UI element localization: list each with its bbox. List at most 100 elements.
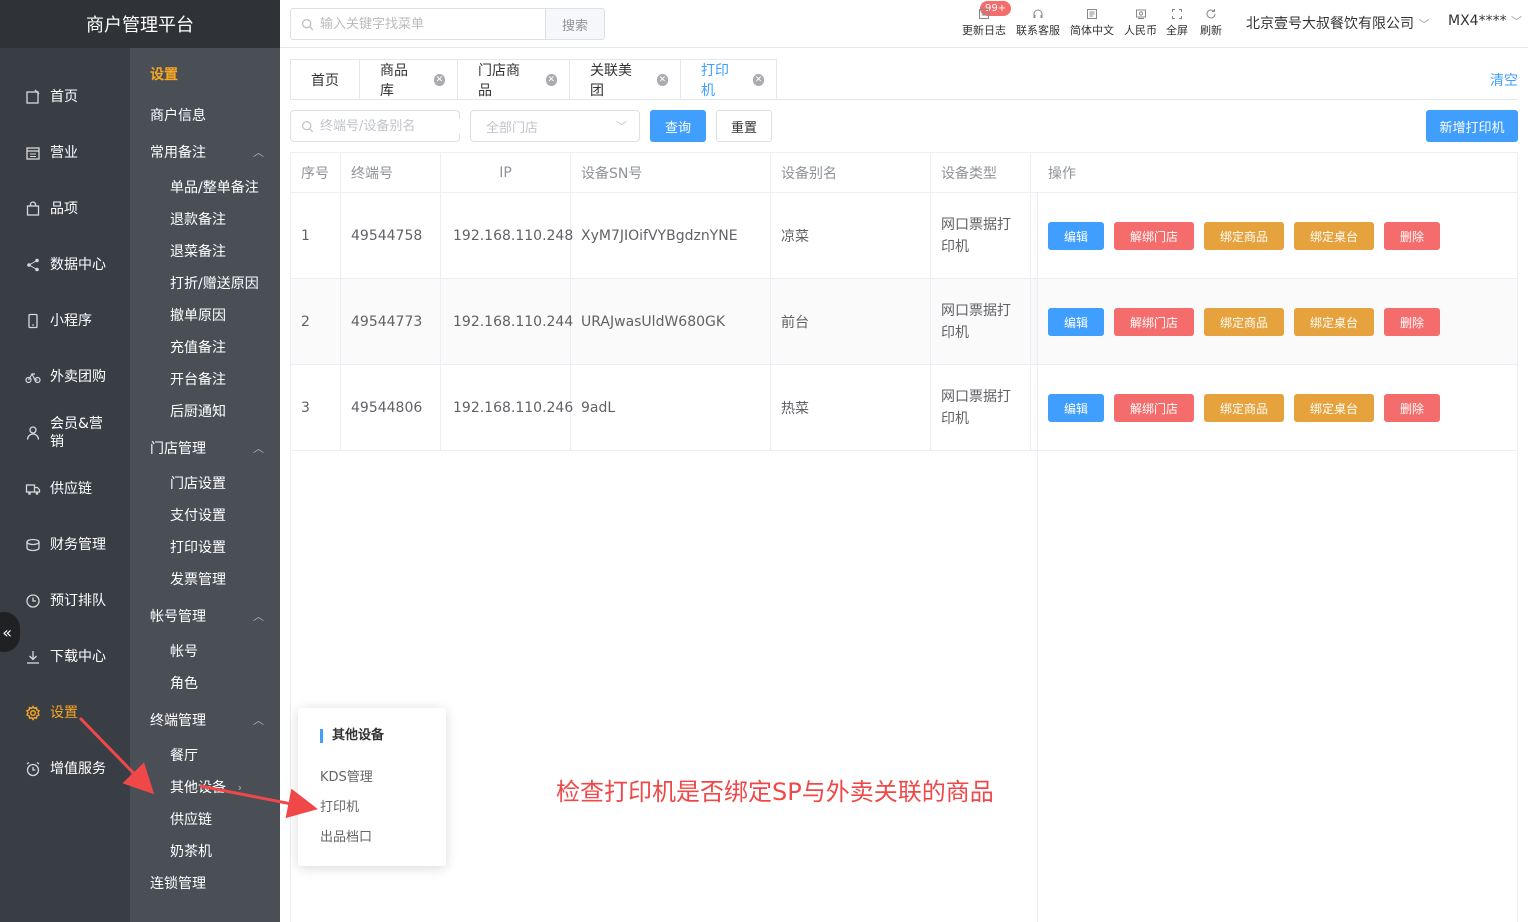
- header-tool-4[interactable]: 全屏: [1166, 6, 1188, 38]
- popup-item-output-station[interactable]: 出品档口: [320, 826, 372, 845]
- column-header: 设备类型: [931, 153, 1031, 193]
- terminal-filter-input[interactable]: [320, 118, 460, 134]
- company-switcher[interactable]: 北京壹号大叔餐饮有限公司 ﹀: [1246, 13, 1429, 33]
- action-button-2[interactable]: 绑定商品: [1204, 308, 1284, 336]
- settings-menu-item-12[interactable]: 支付设置: [130, 500, 280, 530]
- settings-menu-item-2[interactable]: 单品/整单备注: [130, 172, 280, 202]
- settings-menu-item-17[interactable]: 角色: [130, 668, 280, 698]
- action-button-1[interactable]: 解绑门店: [1114, 308, 1194, 336]
- cell-no: 1: [291, 193, 341, 279]
- nav-item-3[interactable]: 数据中心: [0, 245, 130, 285]
- tab-0[interactable]: 首页: [290, 59, 359, 100]
- settings-menu-item-3[interactable]: 退款备注: [130, 204, 280, 234]
- settings-menu-item-1[interactable]: 常用备注 ︿: [130, 137, 280, 167]
- header-tool-label: 全屏: [1166, 24, 1188, 37]
- close-icon[interactable]: ✕: [753, 73, 764, 86]
- nav-item-7[interactable]: 供应链: [0, 469, 130, 509]
- settings-menu-item-14[interactable]: 发票管理: [130, 564, 280, 594]
- user-menu[interactable]: MX4**** ﹀: [1448, 13, 1522, 29]
- nav-item-0[interactable]: 首页: [0, 77, 130, 117]
- action-button-4[interactable]: 删除: [1384, 222, 1440, 250]
- nav-item-8[interactable]: 财务管理: [0, 525, 130, 565]
- tab-label: 关联美团: [590, 62, 632, 99]
- tab-3[interactable]: 关联美团 ✕: [569, 59, 680, 100]
- nav-item-label: 下载中心: [50, 649, 106, 665]
- query-button[interactable]: 查询: [650, 110, 706, 142]
- menu-search-field[interactable]: [290, 8, 546, 40]
- action-button-0[interactable]: 编辑: [1048, 394, 1104, 422]
- settings-menu-item-20[interactable]: 其他设备 ›: [130, 772, 280, 802]
- action-button-1[interactable]: 解绑门店: [1114, 222, 1194, 250]
- cell-type: 网口票据打印机: [931, 365, 1031, 451]
- popup-item-printer[interactable]: 打印机: [320, 796, 359, 815]
- header-tool-1[interactable]: 联系客服: [1016, 6, 1060, 38]
- nav-item-4[interactable]: 小程序: [0, 301, 130, 341]
- nav-item-11[interactable]: 设置: [0, 693, 130, 733]
- settings-menu-item-5[interactable]: 打折/赠送原因: [130, 268, 280, 298]
- settings-menu-item-8[interactable]: 开台备注: [130, 364, 280, 394]
- nav-item-6[interactable]: 会员&营销: [0, 413, 130, 453]
- settings-menu-item-10[interactable]: 门店管理 ︿: [130, 433, 280, 463]
- settings-menu-item-11[interactable]: 门店设置: [130, 468, 280, 498]
- settings-menu-item-4[interactable]: 退菜备注: [130, 236, 280, 266]
- reset-button[interactable]: 重置: [716, 110, 772, 142]
- settings-menu-item-9[interactable]: 后厨通知: [130, 396, 280, 426]
- action-button-3[interactable]: 绑定桌台: [1294, 308, 1374, 336]
- clear-tabs-button[interactable]: 清空: [1490, 70, 1518, 90]
- terminal-filter-field[interactable]: [290, 110, 460, 142]
- bike-icon: [24, 368, 42, 386]
- nav-item-label: 会员&营销: [50, 416, 103, 450]
- settings-menu-item-21[interactable]: 供应链: [130, 804, 280, 834]
- nav-item-1[interactable]: 营业: [0, 133, 130, 173]
- action-button-0[interactable]: 编辑: [1048, 308, 1104, 336]
- settings-menu-label: 门店管理: [150, 441, 206, 457]
- tab-2[interactable]: 门店商品 ✕: [457, 59, 569, 100]
- store-select[interactable]: 全部门店 ﹀: [470, 110, 640, 142]
- action-button-2[interactable]: 绑定商品: [1204, 394, 1284, 422]
- settings-menu-item-15[interactable]: 帐号管理 ︿: [130, 601, 280, 631]
- header-tool-0[interactable]: 更新日志: [962, 6, 1006, 38]
- table-row: 3 49544806 192.168.110.246 9adL 热菜 网口票据打印机 编辑解…: [291, 365, 1517, 451]
- popup-item-kds[interactable]: KDS管理: [320, 766, 373, 785]
- action-button-4[interactable]: 删除: [1384, 308, 1440, 336]
- close-icon[interactable]: ✕: [545, 73, 557, 86]
- chevron-right-icon: ›: [237, 780, 242, 794]
- nav-item-10[interactable]: 下载中心: [0, 637, 130, 677]
- settings-menu-item-22[interactable]: 奶茶机: [130, 836, 280, 866]
- settings-menu-item-6[interactable]: 撤单原因: [130, 300, 280, 330]
- nav-item-12[interactable]: 增值服务: [0, 749, 130, 789]
- chevron-up-icon: ︿: [253, 442, 264, 455]
- header-tool-2[interactable]: 简体中文: [1070, 6, 1114, 38]
- action-button-3[interactable]: 绑定桌台: [1294, 222, 1374, 250]
- header-tool-5[interactable]: 刷新: [1200, 6, 1222, 38]
- log-icon: [978, 6, 990, 22]
- menu-search-button[interactable]: 搜索: [545, 8, 605, 40]
- secondary-sidebar: 设置 商户信息 常用备注 ︿ 单品/整单备注 退款备注 退菜备注 打折/赠送原因 撤单原因 充值…: [130, 48, 280, 922]
- settings-menu-item-18[interactable]: 终端管理 ︿: [130, 705, 280, 735]
- header-tool-3[interactable]: 人民币: [1124, 6, 1157, 38]
- action-button-3[interactable]: 绑定桌台: [1294, 394, 1374, 422]
- nav-item-label: 营业: [50, 145, 78, 161]
- tab-4[interactable]: 打印机 ✕: [680, 59, 777, 100]
- settings-menu-item-0[interactable]: 商户信息: [130, 100, 280, 130]
- action-button-4[interactable]: 删除: [1384, 394, 1440, 422]
- row-actions: 编辑 解绑门店 绑定商品 绑定桌台 删除: [1048, 308, 1450, 336]
- menu-search-input[interactable]: [320, 16, 530, 32]
- cell-terminal: 49544773: [341, 279, 441, 365]
- nav-item-5[interactable]: 外卖团购: [0, 357, 130, 397]
- nav-item-2[interactable]: 品项: [0, 189, 130, 229]
- close-icon[interactable]: ✕: [433, 73, 445, 86]
- action-button-0[interactable]: 编辑: [1048, 222, 1104, 250]
- nav-item-9[interactable]: 预订排队: [0, 581, 130, 621]
- action-button-1[interactable]: 解绑门店: [1114, 394, 1194, 422]
- action-button-2[interactable]: 绑定商品: [1204, 222, 1284, 250]
- settings-menu-item-13[interactable]: 打印设置: [130, 532, 280, 562]
- settings-menu-item-23[interactable]: 连锁管理: [130, 868, 280, 898]
- settings-menu-item-16[interactable]: 帐号: [130, 636, 280, 666]
- close-icon[interactable]: ✕: [656, 73, 668, 86]
- add-printer-button[interactable]: 新增打印机: [1426, 110, 1518, 142]
- tab-1[interactable]: 商品库 ✕: [359, 59, 457, 100]
- cell-ip: 192.168.110.246: [441, 365, 573, 451]
- settings-menu-item-19[interactable]: 餐厅: [130, 740, 280, 770]
- settings-menu-item-7[interactable]: 充值备注: [130, 332, 280, 362]
